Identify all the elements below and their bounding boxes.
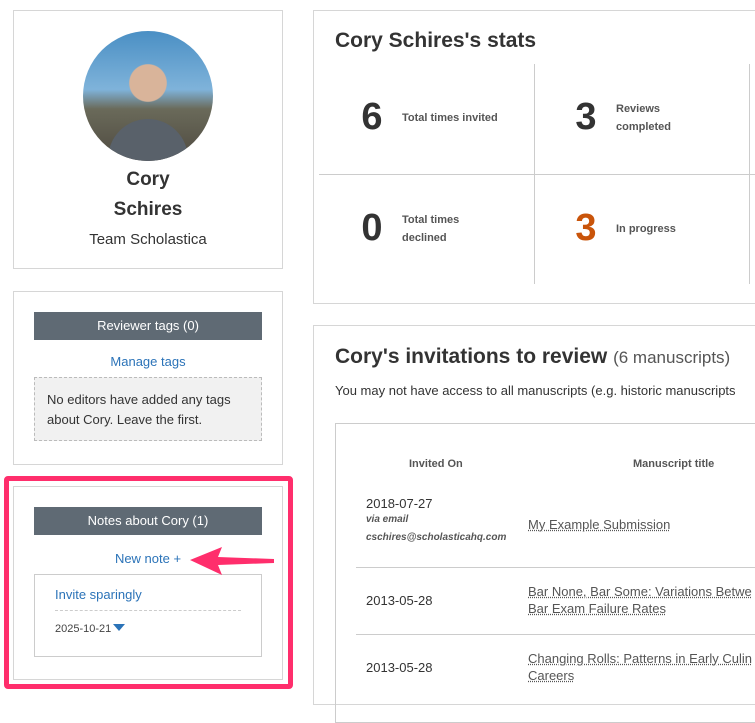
stats-card: Cory Schires's stats 6 Total times invite… — [313, 10, 755, 304]
invitations-card: Cory's invitations to review (6 manuscri… — [313, 325, 755, 723]
profile-last-name: Schires — [113, 199, 183, 220]
column-invited-on[interactable]: Invited On — [409, 458, 463, 470]
arrow-left-icon — [190, 547, 274, 575]
note-date: 2025-10-21 — [55, 623, 112, 635]
invite-method: via email — [366, 514, 409, 525]
invited-date: 2013-05-28 — [366, 593, 433, 608]
manuscript-link[interactable]: Changing Rolls: Patterns in Early Culin C… — [528, 650, 752, 684]
invitations-count: (6 manuscripts) — [613, 348, 731, 367]
note-title-link[interactable]: Invite sparingly — [55, 587, 241, 611]
profile-team: Team Scholastica — [89, 231, 207, 248]
invitations-title: Cory's invitations to review — [335, 345, 608, 368]
access-note: You may not have access to all manuscrip… — [335, 383, 736, 398]
column-manuscript-title[interactable]: Manuscript title — [633, 458, 714, 470]
invitations-table: Invited On Manuscript title 2018-07-27 vi… — [335, 423, 755, 723]
note-item: Invite sparingly 2025-10-21 — [34, 574, 262, 657]
profile-first-name: Cory — [126, 169, 170, 190]
stats-title: Cory Schires's stats — [335, 29, 537, 52]
invited-date: 2013-05-28 — [366, 660, 433, 675]
manuscript-link[interactable]: My Example Submission — [528, 516, 670, 533]
avatar — [83, 31, 213, 161]
manage-tags-link[interactable]: Manage tags — [14, 354, 282, 369]
invite-email: cschires@scholasticahq.com — [366, 532, 507, 543]
stat-invited: 6 Total times invited — [361, 96, 498, 138]
table-row: 2013-05-28 Bar None, Bar Some: Variation… — [356, 567, 755, 634]
manuscript-link[interactable]: Bar None, Bar Some: Variations Betwe Bar … — [528, 583, 752, 617]
reviewer-tags-card: Reviewer tags (0) Manage tags No editors… — [13, 291, 283, 465]
reviewer-tags-header: Reviewer tags (0) — [34, 312, 262, 340]
profile-card: Cory Schires Team Scholastica — [13, 10, 283, 269]
stat-completed: 3 Reviews completed — [575, 96, 672, 138]
table-row: 2018-07-27 via email cschires@scholasticah… — [356, 484, 755, 567]
notes-header: Notes about Cory (1) — [34, 507, 262, 535]
notes-card: Notes about Cory (1) New note + Invite s… — [13, 486, 283, 680]
caret-down-icon[interactable] — [113, 624, 126, 631]
tags-empty-message: No editors have added any tags about Cor… — [34, 377, 262, 441]
stat-in-progress: 3 In progress — [575, 207, 676, 249]
stat-declined: 0 Total times declined — [361, 207, 460, 249]
invited-date: 2018-07-27 — [366, 496, 433, 511]
